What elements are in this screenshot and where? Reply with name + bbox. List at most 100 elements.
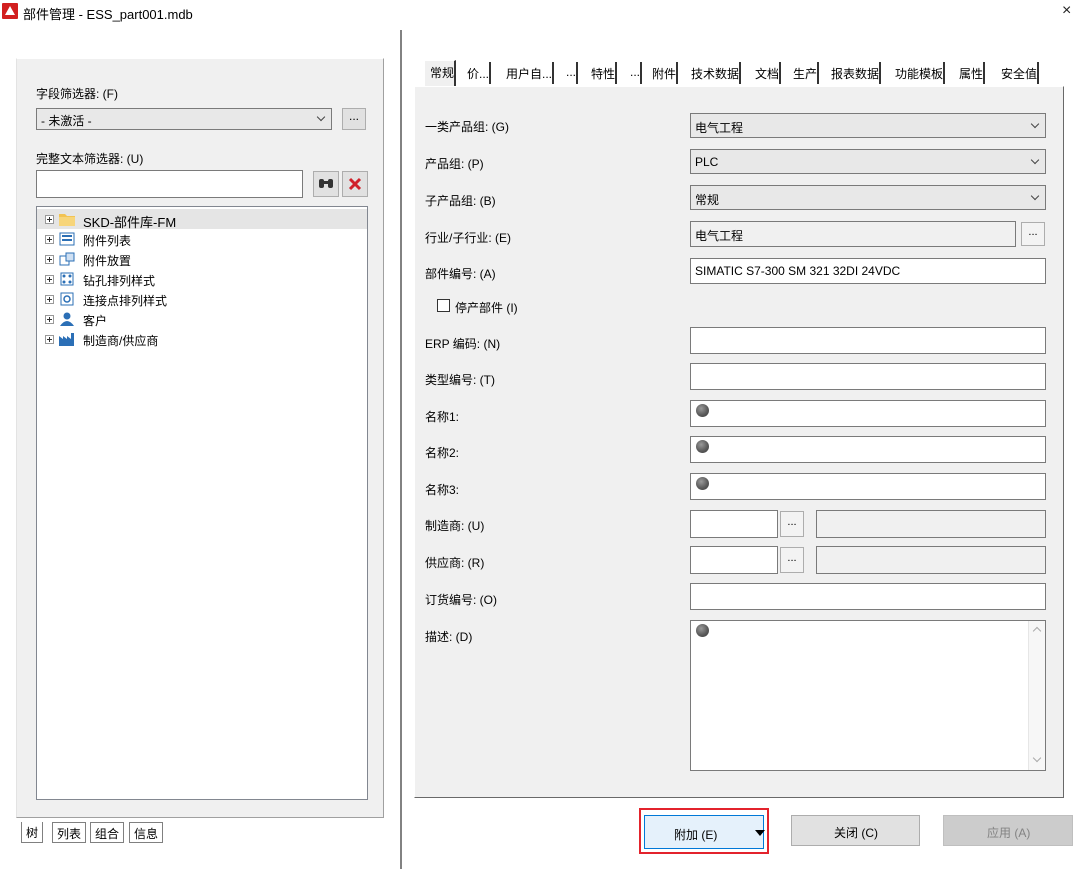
add-button[interactable]: 附加 (E) bbox=[644, 815, 765, 849]
close-button[interactable]: 关闭 (C) bbox=[791, 815, 920, 846]
expand-icon[interactable] bbox=[45, 215, 54, 224]
chevron-down-icon bbox=[311, 109, 331, 129]
field-filter-select[interactable]: - 未激活 - bbox=[36, 108, 332, 130]
tab-combination[interactable]: 组合 bbox=[90, 822, 125, 843]
chevron-down-icon bbox=[1025, 188, 1045, 208]
name2-input[interactable] bbox=[690, 436, 1046, 463]
product-group1-value: 电气工程 bbox=[695, 121, 744, 135]
industry-field: 电气工程 bbox=[690, 221, 1016, 247]
manufacturer-more-button[interactable]: ... bbox=[780, 511, 804, 537]
product-group1-label: 一类产品组: (G) bbox=[425, 120, 509, 134]
list-icon bbox=[59, 232, 75, 246]
globe-icon[interactable] bbox=[696, 404, 709, 417]
type-number-label: 类型编号: (T) bbox=[425, 373, 495, 387]
tab-properties[interactable]: 属性 bbox=[954, 62, 986, 84]
tab-general[interactable]: 常规 bbox=[424, 60, 457, 86]
panel-splitter[interactable] bbox=[400, 30, 402, 869]
manufacturer-input[interactable] bbox=[690, 510, 778, 538]
tab-more-1[interactable]: ... bbox=[561, 62, 579, 84]
close-icon[interactable]: × bbox=[1062, 2, 1071, 20]
sub-group-value: 常规 bbox=[695, 193, 720, 207]
app-logo-icon bbox=[2, 3, 18, 19]
tab-function-template[interactable]: 功能模板 bbox=[890, 62, 946, 84]
erp-input[interactable] bbox=[690, 327, 1046, 354]
product-group-select[interactable]: PLC bbox=[690, 149, 1046, 174]
tree-item-parts-library[interactable]: SKD-部件库-FM bbox=[37, 209, 367, 230]
order-number-label: 订货编号: (O) bbox=[425, 593, 497, 607]
tab-price[interactable]: 价... bbox=[462, 62, 492, 84]
tab-safety-values[interactable]: 安全值 bbox=[996, 62, 1040, 84]
product-group1-select[interactable]: 电气工程 bbox=[690, 113, 1046, 138]
tab-tech-data[interactable]: 技术数据 bbox=[686, 62, 742, 84]
description-textarea[interactable] bbox=[690, 620, 1046, 771]
folder-icon bbox=[59, 214, 75, 226]
tab-more-2[interactable]: ... bbox=[625, 62, 643, 84]
obsolete-checkbox[interactable] bbox=[437, 299, 450, 312]
supplier-more-button[interactable]: ... bbox=[780, 547, 804, 573]
order-number-input[interactable] bbox=[690, 583, 1046, 610]
tab-info[interactable]: 信息 bbox=[129, 822, 164, 843]
globe-icon[interactable] bbox=[696, 440, 709, 453]
tab-list[interactable]: 列表 bbox=[52, 822, 87, 843]
tree-item-manufacturer-supplier[interactable]: 制造商/供应商 bbox=[37, 329, 367, 349]
expand-icon[interactable] bbox=[45, 235, 54, 244]
delete-icon bbox=[348, 177, 362, 191]
title-bar: 部件管理 - ESS_part001.mdb × bbox=[0, 0, 1080, 24]
expand-icon[interactable] bbox=[45, 275, 54, 284]
description-scrollbar[interactable] bbox=[1028, 621, 1045, 770]
search-button[interactable] bbox=[313, 171, 339, 197]
tree-item-customers[interactable]: 客户 bbox=[37, 309, 367, 329]
dropdown-arrow-icon[interactable] bbox=[755, 830, 765, 836]
expand-icon[interactable] bbox=[45, 295, 54, 304]
supplier-name-field bbox=[816, 546, 1046, 574]
type-number-input[interactable] bbox=[690, 363, 1046, 390]
parts-tree[interactable]: SKD-部件库-FM 附件列表 附件放置 钻孔排列样式 连接点排列样式 客户 制… bbox=[36, 206, 368, 800]
clear-filter-button[interactable] bbox=[342, 171, 368, 197]
globe-icon[interactable] bbox=[696, 624, 709, 637]
sub-group-label: 子产品组: (B) bbox=[425, 194, 496, 208]
name1-input[interactable] bbox=[690, 400, 1046, 427]
supplier-input[interactable] bbox=[690, 546, 778, 574]
expand-icon[interactable] bbox=[45, 255, 54, 264]
apply-button: 应用 (A) bbox=[943, 815, 1073, 846]
fulltext-filter-input[interactable] bbox=[36, 170, 303, 198]
field-filter-label: 字段筛选器: (F) bbox=[36, 87, 118, 101]
supplier-label: 供应商: (R) bbox=[425, 556, 485, 570]
tab-documents[interactable]: 文档 bbox=[750, 62, 782, 84]
factory-icon bbox=[59, 333, 74, 346]
manufacturer-name-field bbox=[816, 510, 1046, 538]
tree-item-connection-pattern[interactable]: 连接点排列样式 bbox=[37, 289, 367, 309]
name2-label: 名称2: bbox=[425, 446, 460, 460]
chevron-down-icon[interactable] bbox=[1032, 753, 1042, 763]
tab-report-data[interactable]: 报表数据 bbox=[826, 62, 882, 84]
part-number-label: 部件编号: (A) bbox=[425, 267, 496, 281]
name3-input[interactable] bbox=[690, 473, 1046, 500]
industry-more-button[interactable]: ... bbox=[1021, 222, 1045, 246]
window-title: 部件管理 - ESS_part001.mdb bbox=[23, 7, 193, 22]
expand-icon[interactable] bbox=[45, 315, 54, 324]
fulltext-filter-label: 完整文本筛选器: (U) bbox=[36, 152, 144, 166]
name1-label: 名称1: bbox=[425, 410, 460, 424]
product-group-value: PLC bbox=[695, 155, 719, 169]
field-filter-value: - 未激活 - bbox=[41, 114, 92, 128]
description-label: 描述: (D) bbox=[425, 630, 473, 644]
tab-production[interactable]: 生产 bbox=[788, 62, 820, 84]
globe-icon[interactable] bbox=[696, 477, 709, 490]
manufacturer-label: 制造商: (U) bbox=[425, 519, 485, 533]
tab-user-defined[interactable]: 用户自... bbox=[501, 62, 555, 84]
tab-tree[interactable]: 树 bbox=[21, 822, 44, 843]
customer-icon bbox=[60, 312, 74, 326]
name3-label: 名称3: bbox=[425, 483, 460, 497]
tree-item-accessory-list[interactable]: 附件列表 bbox=[37, 229, 367, 249]
expand-icon[interactable] bbox=[45, 335, 54, 344]
part-number-input[interactable]: SIMATIC S7-300 SM 321 32DI 24VDC bbox=[690, 258, 1046, 284]
erp-label: ERP 编码: (N) bbox=[425, 337, 501, 351]
tree-item-drill-pattern[interactable]: 钻孔排列样式 bbox=[37, 269, 367, 289]
tab-features[interactable]: 特性 bbox=[586, 62, 618, 84]
tree-item-accessory-placement[interactable]: 附件放置 bbox=[37, 249, 367, 269]
field-filter-more-button[interactable]: ... bbox=[342, 108, 366, 130]
tab-accessories[interactable]: 附件 bbox=[647, 62, 679, 84]
chevron-up-icon[interactable] bbox=[1032, 626, 1042, 636]
product-group-label: 产品组: (P) bbox=[425, 157, 484, 171]
sub-group-select[interactable]: 常规 bbox=[690, 185, 1046, 210]
